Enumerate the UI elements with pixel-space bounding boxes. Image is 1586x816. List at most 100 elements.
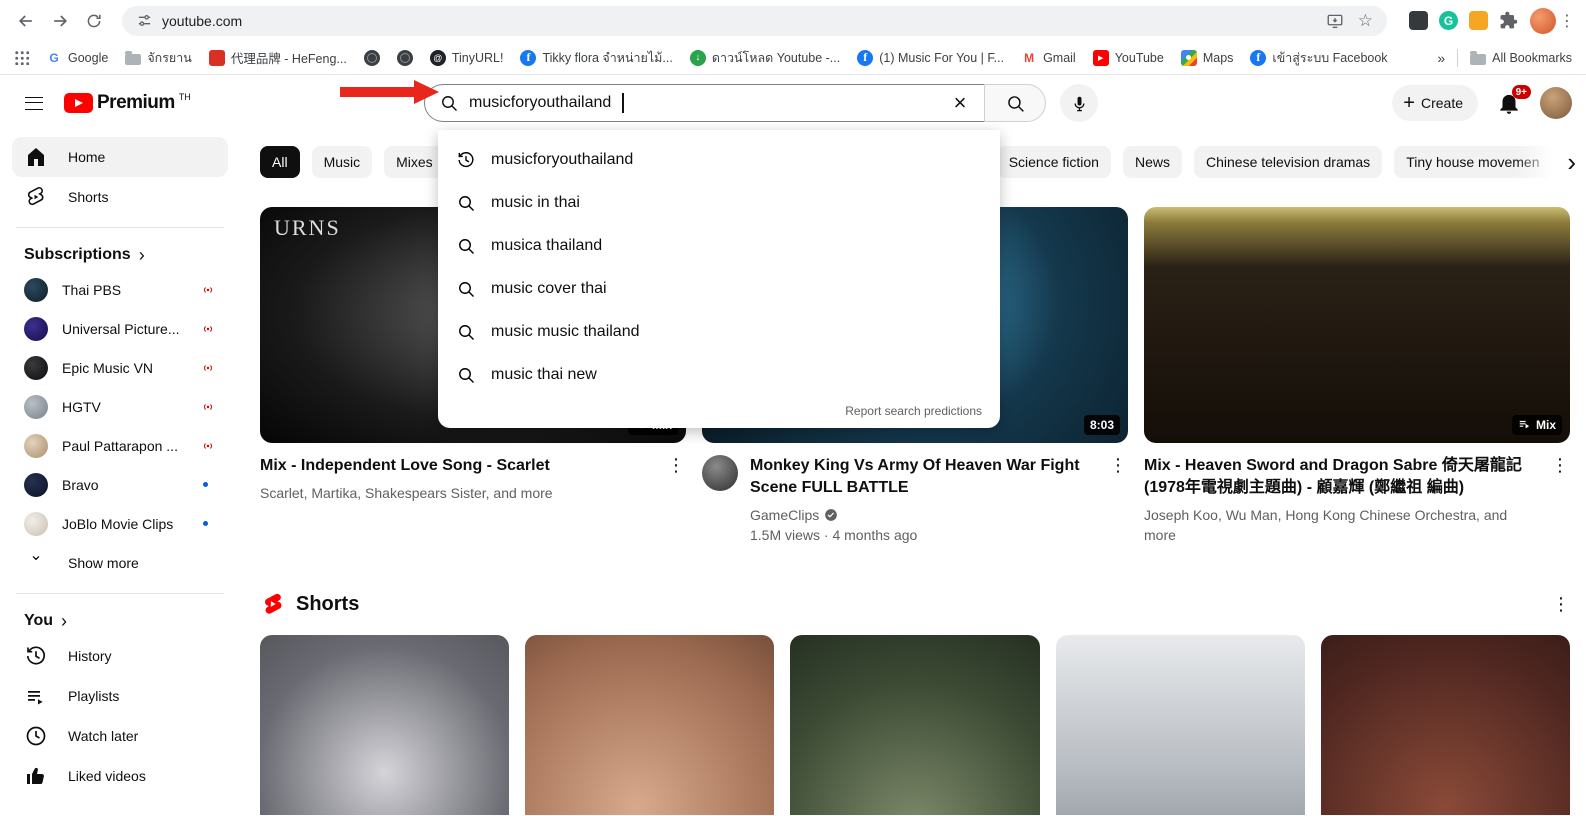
sidebar-item-shorts[interactable]: Shorts bbox=[12, 177, 228, 217]
maps-favicon bbox=[1181, 50, 1197, 66]
sidebar-item-history[interactable]: History bbox=[12, 636, 228, 676]
channel-line[interactable]: GameClips bbox=[750, 507, 1096, 523]
video-menu-kebab-icon[interactable] bbox=[666, 455, 686, 503]
sidebar-item-home[interactable]: Home bbox=[12, 137, 228, 177]
suggestion-item[interactable]: music cover thai bbox=[438, 267, 1000, 310]
channel-name: Epic Music VN bbox=[62, 360, 186, 376]
subscription-hgtv[interactable]: HGTV bbox=[12, 387, 228, 426]
back-button[interactable] bbox=[10, 5, 42, 37]
bookmark-facebook-login[interactable]: เข้าสู่ระบบ Facebook bbox=[1250, 48, 1387, 68]
bookmark-tinyurl[interactable]: TinyURL! bbox=[430, 50, 504, 66]
bookmark-icon-only-1[interactable] bbox=[364, 50, 380, 66]
video-title[interactable]: Mix - Independent Love Song - Scarlet bbox=[260, 455, 654, 477]
bookmark-folder[interactable]: จักรยาน bbox=[125, 48, 192, 68]
clear-search-button[interactable] bbox=[946, 89, 974, 117]
sidebar-item-playlists[interactable]: Playlists bbox=[12, 676, 228, 716]
video-byline[interactable]: Joseph Koo, Wu Man, Hong Kong Chinese Or… bbox=[1144, 505, 1538, 545]
bookmark-music-for-you[interactable]: (1) Music For You | F... bbox=[857, 50, 1004, 66]
chevron-right-icon bbox=[139, 246, 145, 264]
bookmark-tikky-flora[interactable]: Tikky flora จำหน่ายไม้... bbox=[520, 48, 672, 68]
video-menu-kebab-icon[interactable] bbox=[1108, 455, 1128, 545]
video-title[interactable]: Mix - Heaven Sword and Dragon Sabre 倚天屠龍… bbox=[1144, 455, 1538, 499]
show-more-button[interactable]: Show more bbox=[12, 543, 228, 583]
browser-profile-avatar[interactable] bbox=[1530, 8, 1556, 34]
chip-all[interactable]: All bbox=[260, 146, 300, 178]
suggestion-text: musica thailand bbox=[491, 237, 602, 255]
short-thumbnail-2[interactable] bbox=[525, 635, 774, 815]
search-input[interactable]: musicforyouthailand bbox=[424, 84, 984, 122]
bookmark-youtube[interactable]: YouTube bbox=[1093, 50, 1164, 66]
subscription-paul-pattarapon[interactable]: Paul Pattarapon ... bbox=[12, 426, 228, 465]
search-submit-button[interactable] bbox=[984, 84, 1046, 122]
subscription-universal-pictures[interactable]: Universal Picture... bbox=[12, 309, 228, 348]
account-avatar[interactable] bbox=[1540, 87, 1572, 119]
bookmark-hefeng[interactable]: 代理品牌 - HeFeng... bbox=[209, 48, 347, 67]
live-icon bbox=[200, 321, 216, 337]
youtube-premium-logo[interactable]: Premium TH bbox=[64, 92, 191, 114]
live-icon bbox=[200, 399, 216, 415]
subscriptions-header[interactable]: Subscriptions bbox=[12, 238, 228, 270]
you-header[interactable]: You bbox=[12, 604, 228, 636]
bookmark-gmail[interactable]: Gmail bbox=[1021, 50, 1076, 66]
short-thumbnail-3[interactable] bbox=[790, 635, 1039, 815]
bookmark-icon-only-2[interactable] bbox=[397, 50, 413, 66]
bookmark-star-icon[interactable] bbox=[1358, 12, 1373, 29]
report-predictions-link[interactable]: Report search predictions bbox=[438, 396, 1000, 418]
duration-label: 8:03 bbox=[1090, 418, 1114, 432]
voice-search-button[interactable] bbox=[1060, 84, 1098, 122]
extension-icon-grammarly[interactable]: G bbox=[1439, 11, 1458, 30]
bookmark-download-youtube[interactable]: ดาวน์โหลด Youtube -... bbox=[690, 48, 840, 68]
video-byline[interactable]: Scarlet, Martika, Shakespears Sister, an… bbox=[260, 483, 654, 503]
subscription-bravo[interactable]: Bravo bbox=[12, 465, 228, 504]
bookmark-google[interactable]: Google bbox=[46, 50, 108, 66]
extension-icon-2[interactable] bbox=[1469, 11, 1488, 30]
google-favicon bbox=[46, 50, 62, 66]
chip-music[interactable]: Music bbox=[312, 146, 373, 178]
bookmarks-separator bbox=[1457, 49, 1458, 67]
site-settings-icon bbox=[136, 12, 153, 29]
forward-button[interactable] bbox=[44, 5, 76, 37]
browser-menu-kebab-icon[interactable] bbox=[1558, 11, 1576, 31]
suggestion-item[interactable]: music music thailand bbox=[438, 310, 1000, 353]
suggestion-item[interactable]: musicforyouthailand bbox=[438, 138, 1000, 181]
short-thumbnail-1[interactable] bbox=[260, 635, 509, 815]
install-icon[interactable] bbox=[1326, 12, 1344, 30]
sidebar-item-liked-videos[interactable]: Liked videos bbox=[12, 756, 228, 796]
bookmarks-overflow-chevron[interactable]: » bbox=[1437, 50, 1445, 66]
video-menu-kebab-icon[interactable] bbox=[1550, 455, 1570, 545]
video-thumbnail[interactable]: Mix bbox=[1144, 207, 1570, 443]
suggestion-item[interactable]: music in thai bbox=[438, 181, 1000, 224]
shorts-menu-kebab-icon[interactable] bbox=[1552, 594, 1570, 615]
chip-mixes[interactable]: Mixes bbox=[384, 146, 445, 178]
chip-news[interactable]: News bbox=[1123, 146, 1182, 178]
guide-menu-button[interactable] bbox=[14, 83, 54, 123]
url-bar[interactable]: youtube.com bbox=[122, 6, 1387, 36]
chips-scroll-right[interactable]: › bbox=[1516, 145, 1586, 179]
channel-avatar[interactable] bbox=[702, 455, 738, 491]
bookmark-maps[interactable]: Maps bbox=[1181, 50, 1234, 66]
mix-badge: Mix bbox=[1512, 415, 1562, 435]
chip-science-fiction[interactable]: Science fiction bbox=[997, 146, 1111, 178]
short-thumbnail-5[interactable] bbox=[1321, 635, 1570, 815]
apps-grid-icon[interactable] bbox=[14, 50, 29, 65]
bookmark-label: Tikky flora จำหน่ายไม้... bbox=[542, 48, 672, 68]
create-button[interactable]: Create bbox=[1392, 85, 1478, 121]
youtube-masthead: Premium TH musicforyouthailand Create bbox=[0, 75, 1586, 131]
subscription-joblo-movie-clips[interactable]: JoBlo Movie Clips bbox=[12, 504, 228, 543]
all-bookmarks-button[interactable]: All Bookmarks bbox=[1470, 51, 1572, 65]
extension-icon-1[interactable] bbox=[1409, 11, 1428, 30]
notifications-button[interactable]: 9+ bbox=[1496, 90, 1522, 116]
chip-chinese-tv-dramas[interactable]: Chinese television dramas bbox=[1194, 146, 1382, 178]
subscription-epic-music-vn[interactable]: Epic Music VN bbox=[12, 348, 228, 387]
video-title[interactable]: Monkey King Vs Army Of Heaven War Fight … bbox=[750, 455, 1096, 499]
video-details: Monkey King Vs Army Of Heaven War Fight … bbox=[750, 455, 1096, 545]
folder-icon bbox=[125, 54, 141, 65]
subscription-thai-pbs[interactable]: Thai PBS bbox=[12, 270, 228, 309]
short-thumbnail-4[interactable] bbox=[1056, 635, 1305, 815]
suggestion-item[interactable]: music thai new bbox=[438, 353, 1000, 396]
sidebar-item-watch-later[interactable]: Watch later bbox=[12, 716, 228, 756]
suggestion-item[interactable]: musica thailand bbox=[438, 224, 1000, 267]
extensions-puzzle-icon[interactable] bbox=[1499, 11, 1518, 30]
browser-toolbar: youtube.com G bbox=[0, 0, 1586, 41]
reload-button[interactable] bbox=[78, 5, 110, 37]
